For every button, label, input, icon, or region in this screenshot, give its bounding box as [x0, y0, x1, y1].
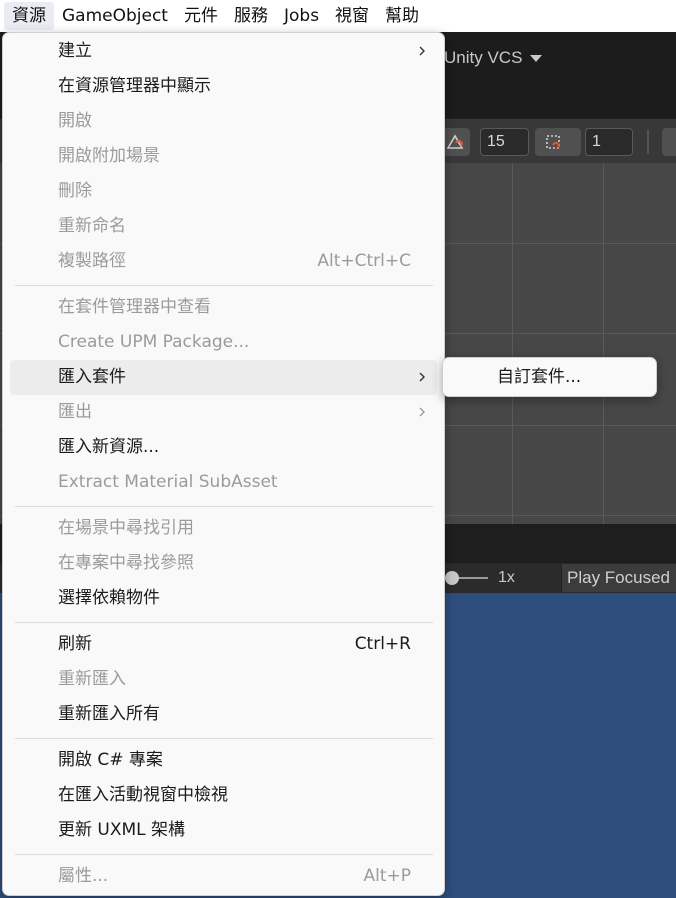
menu-item-label: 建立	[58, 41, 92, 61]
menu-item-label: 開啟	[58, 111, 92, 131]
menu-item-label: 在專案中尋找參照	[58, 553, 194, 573]
menu-item-label: 更新 UXML 架構	[58, 820, 186, 840]
menu-jobs[interactable]: Jobs	[276, 2, 327, 30]
menu-item-import-package[interactable]: 匯入套件	[10, 360, 437, 395]
menu-item-label: 開啟附加場景	[58, 146, 160, 166]
chevron-right-icon	[419, 407, 425, 417]
import-package-submenu: 自訂套件...	[442, 357, 657, 397]
menu-item-shortcut: Alt+P	[363, 866, 411, 886]
caret-down-icon	[530, 55, 543, 63]
menu-item-reimport[interactable]: 重新匯入	[10, 662, 437, 697]
grid-line	[603, 163, 604, 524]
menu-item-shortcut: Ctrl+R	[354, 634, 411, 654]
menu-item-view-in-import-activity[interactable]: 在匯入活動視窗中檢視	[10, 778, 437, 813]
menu-item-export[interactable]: 匯出	[10, 395, 437, 430]
menu-item-custom-package[interactable]: 自訂套件...	[448, 360, 653, 395]
menu-item-show-in-explorer[interactable]: 在資源管理器中顯示	[10, 69, 437, 104]
menu-item-label: 匯出	[58, 402, 92, 422]
menu-separator	[15, 506, 433, 507]
scale-slider-handle[interactable]	[445, 571, 459, 585]
menu-item-label: 重新匯入所有	[58, 704, 160, 724]
play-mode-dropdown[interactable]: Play Focused	[561, 564, 676, 592]
menu-item-label: 在資源管理器中顯示	[58, 76, 211, 96]
menu-item-label: 在套件管理器中查看	[58, 297, 211, 317]
menu-component[interactable]: 元件	[176, 2, 226, 30]
grid-snap-icon	[446, 134, 464, 149]
menu-item-rename[interactable]: 重新命名	[10, 209, 437, 244]
menu-item-delete[interactable]: 刪除	[10, 174, 437, 209]
menu-item-import-new-asset[interactable]: 匯入新資源...	[10, 430, 437, 465]
menu-item-shortcut: Alt+Ctrl+C	[317, 251, 411, 271]
menu-item-label: 刷新	[58, 634, 92, 654]
menu-item-open[interactable]: 開啟	[10, 104, 437, 139]
unity-vcs-label: Unity VCS	[444, 48, 523, 67]
menu-item-label: 選擇依賴物件	[58, 588, 160, 608]
menu-separator	[15, 285, 433, 286]
chevron-right-icon	[419, 46, 425, 56]
increment-snap-icon	[546, 135, 560, 149]
menu-item-view-in-package-manager[interactable]: 在套件管理器中查看	[10, 290, 437, 325]
menu-item-copy-path[interactable]: 複製路徑 Alt+Ctrl+C	[10, 244, 437, 279]
assets-menu: 建立 在資源管理器中顯示 開啟 開啟附加場景 刪除 重新命名 複製路徑 Alt+…	[2, 32, 445, 896]
unity-vcs-dropdown[interactable]: Unity VCS	[444, 48, 543, 68]
menu-item-label: 自訂套件...	[497, 367, 582, 387]
menu-item-label: 匯入套件	[58, 367, 126, 387]
menu-help[interactable]: 幫助	[377, 2, 427, 30]
menu-item-label: 重新匯入	[58, 669, 126, 689]
menu-item-label: 重新命名	[58, 216, 126, 236]
menu-item-label: Extract Material SubAsset	[58, 472, 278, 492]
menu-item-label: Create UPM Package...	[58, 332, 250, 352]
menu-item-update-uxml-schema[interactable]: 更新 UXML 架構	[10, 813, 437, 848]
menu-item-refresh[interactable]: 刷新 Ctrl+R	[10, 627, 437, 662]
menu-item-label: 在匯入活動視窗中檢視	[58, 785, 228, 805]
menu-item-reimport-all[interactable]: 重新匯入所有	[10, 697, 437, 732]
menu-separator	[15, 854, 433, 855]
menu-item-label: 匯入新資源...	[58, 437, 160, 457]
menu-bar: 資源 GameObject 元件 服務 Jobs 視窗 幫助	[0, 0, 676, 32]
menu-item-label: 屬性...	[58, 866, 109, 886]
menu-item-label: 開啟 C# 專案	[58, 750, 163, 770]
menu-item-find-references-in-scene[interactable]: 在場景中尋找引用	[10, 511, 437, 546]
menu-item-select-dependencies[interactable]: 選擇依賴物件	[10, 581, 437, 616]
menu-item-label: 複製路徑	[58, 251, 126, 271]
menu-separator	[15, 622, 433, 623]
snap-increment-field[interactable]: 1	[585, 128, 633, 156]
menu-separator	[15, 738, 433, 739]
grid-line	[512, 163, 513, 524]
menu-item-label: 刪除	[58, 181, 92, 201]
menu-item-create[interactable]: 建立	[10, 34, 437, 69]
toolbar-separator	[647, 130, 649, 154]
scale-label: 1x	[498, 569, 515, 586]
menu-item-open-csharp-project[interactable]: 開啟 C# 專案	[10, 743, 437, 778]
menu-assets[interactable]: 資源	[4, 2, 54, 30]
increment-snap-toggle[interactable]	[535, 128, 581, 156]
menu-item-extract-material-subasset[interactable]: Extract Material SubAsset	[10, 465, 437, 500]
menu-item-find-references-in-project[interactable]: 在專案中尋找參照	[10, 546, 437, 581]
menu-services[interactable]: 服務	[226, 2, 276, 30]
menu-item-create-upm-package[interactable]: Create UPM Package...	[10, 325, 437, 360]
chevron-right-icon	[419, 372, 425, 382]
menu-gameobject[interactable]: GameObject	[54, 2, 176, 30]
menu-item-open-scene-additive[interactable]: 開啟附加場景	[10, 139, 437, 174]
menu-window[interactable]: 視窗	[327, 2, 377, 30]
menu-item-label: 在場景中尋找引用	[58, 518, 194, 538]
toolbar-overflow-button[interactable]	[662, 128, 676, 156]
grid-size-field[interactable]: 15	[480, 128, 529, 156]
menu-item-properties[interactable]: 屬性... Alt+P	[10, 859, 437, 894]
